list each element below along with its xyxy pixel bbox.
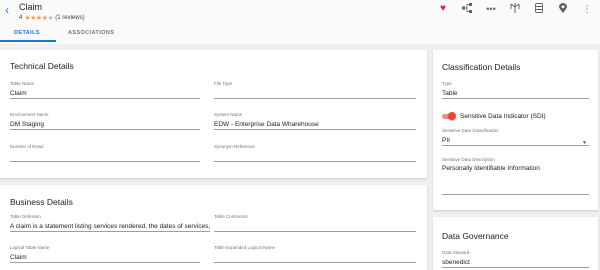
toggle-thumb (448, 112, 456, 120)
card-title: Classification Details (442, 62, 521, 72)
lineage-icon[interactable] (508, 3, 522, 15)
number-of-rows-field[interactable]: Number of Rows (10, 144, 200, 162)
card-title: Business Details (10, 197, 73, 207)
reviews-count[interactable]: (1 reviews) (55, 15, 84, 21)
header-actions: ♥ ••• ⋮ (436, 3, 594, 15)
field-label: Table Definition (10, 214, 41, 219)
field-label: File Type (214, 81, 233, 86)
card-title: Data Governance (442, 231, 509, 241)
sdi-toggle[interactable] (442, 112, 456, 120)
dropdown-caret-icon[interactable]: ▼ (582, 140, 587, 146)
sdi-toggle-row: Sensitive Data Indicator (SDI) (442, 112, 546, 120)
classification-details-card: Classification Details Type Table Sensit… (433, 50, 598, 210)
field-value[interactable]: DM Staging (10, 120, 200, 130)
rating-row: 4 ★★★★★ (1 reviews) (19, 14, 85, 22)
field-value[interactable] (214, 253, 416, 263)
field-value[interactable] (214, 222, 416, 232)
field-label: Type (442, 81, 452, 86)
field-value: Personally Identifiable Information (442, 165, 540, 172)
tab-details[interactable]: DETAILS (0, 26, 56, 42)
location-pin-icon[interactable] (556, 3, 570, 15)
system-name-field[interactable]: System Name EDW - Enterprise Data Whareh… (214, 112, 416, 130)
field-label: System Name (214, 112, 243, 117)
business-details-card: Business Details Table Definition A clai… (0, 185, 427, 270)
heart-icon[interactable]: ♥ (436, 3, 450, 15)
field-label: Data Steward (442, 250, 470, 255)
type-field[interactable]: Type Table (442, 81, 589, 99)
field-label: Synonym Reference (214, 144, 255, 149)
more-vertical-icon[interactable]: ⋮ (580, 3, 594, 15)
field-value[interactable]: EDW - Enterprise Data Wharehouse (214, 120, 416, 130)
field-label: Table Comments (214, 214, 248, 219)
field-value[interactable] (10, 152, 200, 162)
data-steward-field[interactable]: Data Steward sbenedict (442, 250, 589, 268)
field-value[interactable]: sbenedict (442, 258, 589, 268)
tab-associations[interactable]: ASSOCIATIONS (56, 26, 126, 42)
data-governance-card: Data Governance Data Steward sbenedict (433, 217, 598, 270)
environment-name-field[interactable]: Environment Name DM Staging (10, 112, 200, 130)
field-value[interactable] (214, 152, 416, 162)
field-value[interactable]: Claim (10, 89, 200, 99)
synonym-reference-field[interactable]: Synonym Reference (214, 144, 416, 162)
field-label: Logical Table Name (10, 245, 50, 250)
field-value[interactable]: A claim is a statement listing services … (10, 222, 210, 232)
card-title: Technical Details (10, 61, 74, 71)
table-definition-field[interactable]: Table Definition A claim is a statement … (10, 214, 210, 232)
field-value[interactable]: Claim (10, 253, 200, 263)
page-title: Claim (19, 2, 43, 12)
field-value[interactable] (214, 89, 416, 99)
field-label: Table Name (10, 81, 35, 86)
database-icon[interactable] (532, 3, 546, 15)
sdi-label: Sensitive Data Indicator (SDI) (460, 112, 546, 120)
rating-stars[interactable]: ★★★★★ (24, 14, 53, 22)
field-value[interactable]: PII (442, 136, 589, 146)
detail-header: ‹ Claim 4 ★★★★★ (1 reviews) DETAILS ASSO… (0, 0, 600, 44)
field-label: Table Expanded Logical Name (214, 245, 276, 250)
table-comments-field[interactable]: Table Comments (214, 214, 416, 232)
field-value[interactable]: Table (442, 89, 589, 99)
star-empty-icon: ★ (47, 15, 54, 22)
logical-table-name-field[interactable]: Logical Table Name Claim (10, 245, 200, 263)
tab-bar: DETAILS ASSOCIATIONS (0, 26, 126, 44)
file-type-field[interactable]: File Type (214, 81, 416, 99)
rating-value: 4 (19, 15, 23, 21)
sensitive-data-classification-select[interactable]: Sensitive Data Classification PII ▼ (442, 128, 589, 146)
table-name-field[interactable]: Table Name Claim (10, 81, 200, 99)
technical-details-card: Technical Details Table Name Claim File … (0, 50, 427, 178)
field-label: Sensitive Data Description (442, 157, 495, 162)
table-expanded-logical-name-field[interactable]: Table Expanded Logical Name (214, 245, 416, 263)
hierarchy-icon[interactable] (460, 3, 474, 15)
back-arrow-icon[interactable]: ‹ (5, 4, 15, 16)
description-textarea[interactable]: Personally Identifiable Information (442, 165, 589, 195)
sensitive-data-description-field[interactable]: Sensitive Data Description Personally Id… (442, 157, 589, 195)
field-label: Number of Rows (10, 144, 44, 149)
more-horizontal-icon[interactable]: ••• (484, 3, 498, 15)
field-label: Sensitive Data Classification (442, 128, 499, 133)
field-label: Environment Name (10, 112, 49, 117)
